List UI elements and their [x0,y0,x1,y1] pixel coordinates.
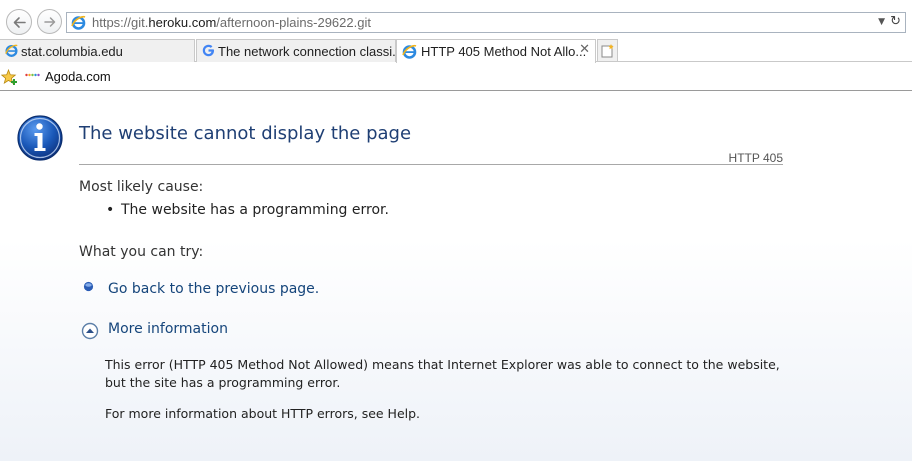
close-tab-icon[interactable]: ✕ [579,42,590,57]
refresh-icon[interactable]: ↻ [890,14,901,29]
ie-icon [402,44,417,59]
go-back-link[interactable]: Go back to the previous page. [108,281,319,297]
cause-list-item: • The website has a programming error. [106,202,389,218]
bullet: • [106,202,115,218]
more-information-link[interactable]: More information [108,321,228,337]
bullet-link-icon [83,281,94,292]
ie-icon [5,44,18,57]
http-status-code: HTTP 405 [728,151,783,165]
tab-label: stat.columbia.edu [21,44,123,59]
ie-icon [71,15,86,30]
error-detail-text: This error (HTTP 405 Method Not Allowed)… [105,357,780,390]
google-icon [202,44,215,57]
back-arrow-icon [13,17,26,28]
forward-button[interactable] [37,9,62,34]
tab-label: The network connection classi... [218,44,396,59]
tab-stat-columbia[interactable]: stat.columbia.edu [0,39,195,62]
try-heading: What you can try: [79,244,204,260]
tab-label: HTTP 405 Method Not Allo... [421,44,587,59]
page-title: The website cannot display the page [79,123,412,144]
title-divider [79,164,783,165]
new-tab-icon [601,44,614,58]
tab-http-405[interactable]: HTTP 405 Method Not Allo... ✕ [396,39,596,63]
favorites-star-icon[interactable] [1,69,19,86]
agoda-logo-icon [25,73,40,77]
address-url[interactable]: https://git.heroku.com/afternoon-plains-… [92,15,371,30]
tab-network-connection[interactable]: The network connection classi... [196,39,396,62]
chevron-down-icon[interactable]: ▼ [878,17,885,27]
cause-heading: Most likely cause: [79,179,204,195]
favorite-label: Agoda.com [45,69,111,84]
navigation-bar: https://git.heroku.com/afternoon-plains-… [0,0,912,40]
cause-text: The website has a programming error. [121,202,389,218]
info-icon [17,115,63,161]
favorites-bar: Agoda.com [0,63,912,91]
back-button[interactable] [6,9,32,35]
tab-strip: stat.columbia.edu The network connection… [0,39,912,63]
collapse-up-icon[interactable] [81,322,99,340]
forward-arrow-icon [44,17,56,27]
new-tab-button[interactable] [597,39,618,61]
address-bar[interactable]: https://git.heroku.com/afternoon-plains-… [66,12,906,33]
error-page: The website cannot display the page HTTP… [0,92,912,461]
help-text: For more information about HTTP errors, … [105,406,421,421]
